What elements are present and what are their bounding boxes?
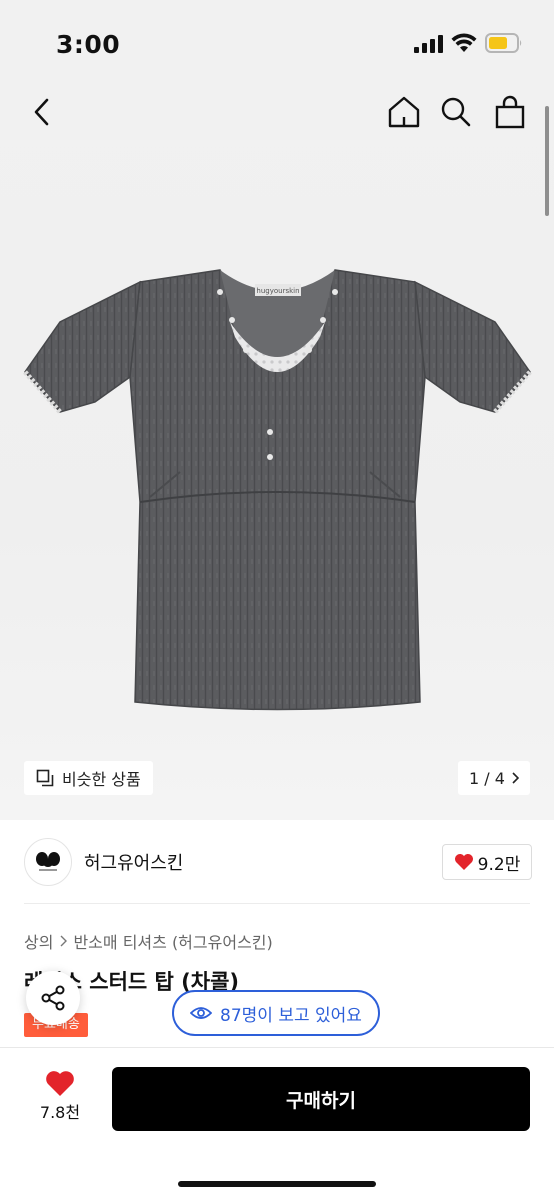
status-bar: 3:00 <box>0 0 554 90</box>
chevron-left-icon <box>34 98 49 126</box>
breadcrumb-item-category[interactable]: 상의 <box>24 929 53 953</box>
garment-label: hugyourskin <box>256 287 299 295</box>
wishlist-count: 7.8천 <box>39 1103 81 1122</box>
heart-icon <box>46 1071 74 1096</box>
shopping-bag-icon <box>495 95 525 129</box>
gallery-page-counter[interactable]: 1 / 4 <box>458 761 530 795</box>
brand-logo-icon <box>36 852 60 871</box>
copy-icon <box>36 769 54 787</box>
similar-products-button[interactable]: 비슷한 상품 <box>24 761 153 795</box>
page-counter-label: 1 / 4 <box>469 768 505 788</box>
home-icon <box>388 96 420 128</box>
brand-like-count: 9.2만 <box>477 854 521 875</box>
product-image[interactable]: hugyourskin <box>20 262 535 732</box>
share-icon <box>41 985 65 1011</box>
chevron-right-icon <box>512 772 519 784</box>
cellular-signal-icon <box>414 35 444 53</box>
home-indicator[interactable] <box>178 1181 376 1187</box>
share-button[interactable] <box>26 971 80 1025</box>
wishlist-button[interactable]: 7.8천 <box>30 1070 90 1130</box>
brand-logo[interactable] <box>24 838 72 886</box>
breadcrumb: 상의 반소매 티셔츠 (허그유어스킨) <box>24 929 273 953</box>
breadcrumb-item-subcategory[interactable]: 반소매 티셔츠 (허그유어스킨) <box>73 929 272 953</box>
heart-icon <box>454 854 473 870</box>
scrollbar[interactable] <box>545 106 549 216</box>
brand-like-button[interactable]: 9.2만 <box>442 844 532 880</box>
battery-icon <box>485 33 522 53</box>
eye-icon <box>190 1007 213 1019</box>
status-time: 3:00 <box>56 30 121 59</box>
chevron-right-icon <box>60 935 68 947</box>
brand-name[interactable]: 허그유어스킨 <box>84 849 183 875</box>
buy-button[interactable]: 구매하기 <box>112 1067 530 1131</box>
back-button[interactable] <box>22 92 62 132</box>
search-icon <box>441 97 471 127</box>
similar-products-label: 비슷한 상품 <box>62 770 141 789</box>
home-button[interactable] <box>384 92 424 132</box>
search-button[interactable] <box>436 92 476 132</box>
viewers-text: 87명이 보고 있어요 <box>220 1005 362 1026</box>
wifi-icon <box>451 33 477 52</box>
divider <box>24 903 530 904</box>
viewers-notice: 87명이 보고 있어요 <box>172 990 380 1036</box>
cart-button[interactable] <box>490 92 530 132</box>
